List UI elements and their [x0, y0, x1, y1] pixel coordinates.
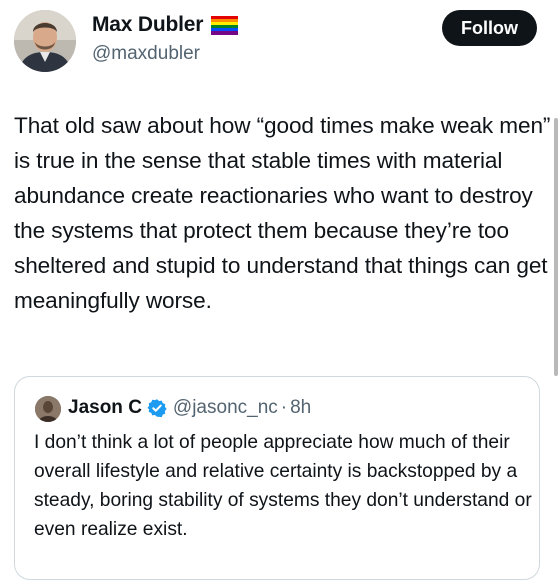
quote-tweet-card[interactable]: Jason C @jasonc_nc · 8h I don’t think a … [14, 376, 540, 580]
quote-author-handle[interactable]: @jasonc_nc [173, 397, 278, 419]
quote-author-avatar[interactable] [35, 396, 61, 422]
author-avatar-image [14, 10, 76, 72]
quote-text: I don’t think a lot of people appreciate… [34, 432, 532, 540]
quote-timestamp[interactable]: 8h [290, 397, 311, 419]
scrollbar[interactable] [554, 118, 558, 376]
tweet-text: That old saw about how “good times make … [14, 113, 551, 313]
quote-header: Jason C @jasonc_nc · 8h [68, 397, 311, 419]
author-name-row: Max Dubler [92, 13, 239, 37]
separator-dot: · [280, 397, 288, 418]
rainbow-flag-icon [211, 15, 239, 35]
verified-badge-icon [147, 399, 167, 418]
follow-button[interactable]: Follow [442, 10, 537, 46]
author-name[interactable]: Max Dubler [92, 13, 203, 37]
quote-avatar-image [35, 396, 61, 422]
author-handle[interactable]: @maxdubler [92, 43, 200, 65]
quote-author-name[interactable]: Jason C [68, 397, 142, 419]
author-avatar[interactable] [14, 10, 76, 72]
